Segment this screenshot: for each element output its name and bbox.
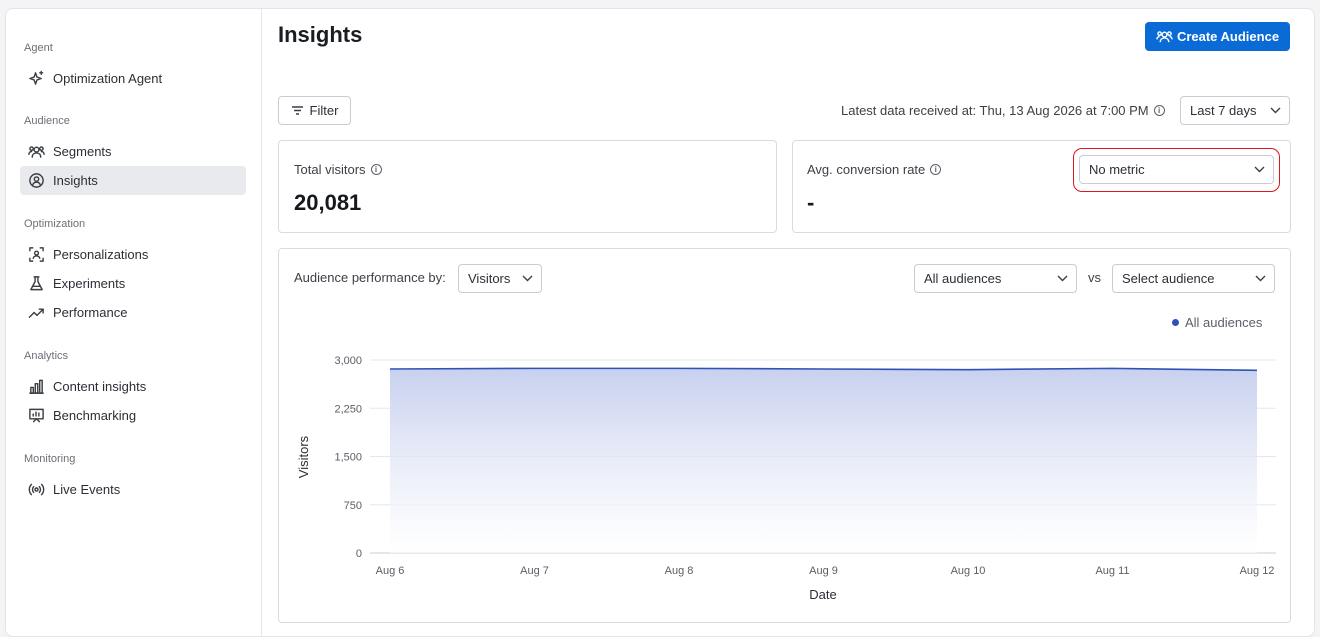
x-axis-title: Date bbox=[809, 587, 836, 602]
y-tick-label: 0 bbox=[356, 548, 362, 560]
y-tick-label: 3,000 bbox=[334, 355, 362, 367]
x-tick-label: Aug 9 bbox=[809, 565, 838, 577]
y-tick-label: 1,500 bbox=[334, 452, 362, 464]
x-tick-label: Aug 8 bbox=[665, 565, 694, 577]
y-tick-label: 2,250 bbox=[334, 403, 362, 415]
x-tick-label: Aug 7 bbox=[520, 565, 549, 577]
x-tick-label: Aug 6 bbox=[376, 565, 405, 577]
y-axis-title: Visitors bbox=[296, 435, 311, 478]
visitors-chart: 3,000 2,250 1,500 750 0 Aug 6 Aug 7 Aug 8 Aug 9 A… bbox=[296, 355, 1276, 602]
y-tick-label: 750 bbox=[344, 500, 362, 512]
x-tick-label: Aug 12 bbox=[1240, 565, 1275, 577]
series-area bbox=[390, 368, 1257, 553]
x-tick-label: Aug 11 bbox=[1095, 565, 1129, 577]
x-tick-label: Aug 10 bbox=[951, 565, 986, 577]
